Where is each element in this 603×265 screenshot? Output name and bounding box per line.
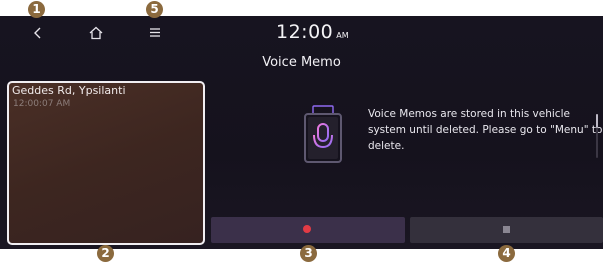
callout-3: 3 <box>300 245 317 262</box>
menu-icon[interactable] <box>149 27 161 38</box>
page-title: Voice Memo <box>262 55 341 70</box>
record-button[interactable] <box>211 217 405 243</box>
callout-5: 5 <box>146 1 163 18</box>
clock-time: 12:00 <box>276 21 334 43</box>
head-unit-screen: 12:00 AM Voice Memo Geddes Rd, Ypsilanti … <box>0 16 603 249</box>
callout-2: 2 <box>97 245 114 262</box>
stop-button[interactable] <box>410 217 603 243</box>
memo-list-item[interactable]: Geddes Rd, Ypsilanti 12:00:07 AM <box>7 81 205 245</box>
memo-timestamp: 12:00:07 AM <box>13 99 71 109</box>
memo-location: Geddes Rd, Ypsilanti <box>12 84 126 97</box>
back-icon[interactable] <box>31 26 45 40</box>
callout-4: 4 <box>498 245 515 262</box>
microphone-icon <box>304 105 342 163</box>
record-icon <box>303 225 311 233</box>
callout-1: 1 <box>28 1 45 18</box>
clock: 12:00 AM <box>276 21 349 43</box>
info-message: Voice Memos are stored in this vehicle s… <box>368 108 603 152</box>
stop-icon <box>503 226 510 233</box>
clock-ampm: AM <box>336 31 349 40</box>
home-icon[interactable] <box>88 25 104 41</box>
scrollbar-thumb[interactable] <box>596 114 598 128</box>
